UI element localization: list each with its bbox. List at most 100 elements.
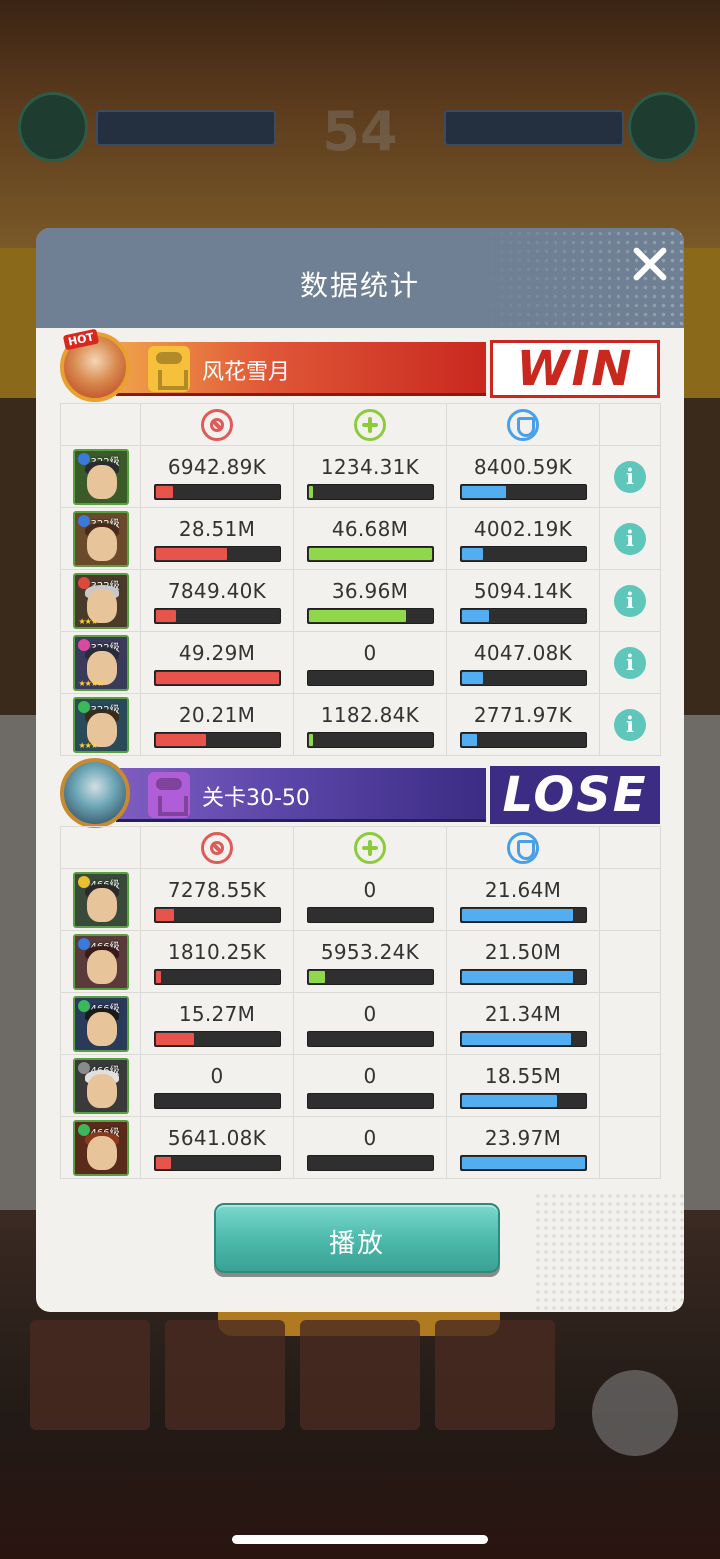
shield-value: 5094.14K xyxy=(473,579,573,603)
hero-stats-row: 466级 5641.08K 0 23.97M xyxy=(60,1116,661,1179)
damage-icon xyxy=(201,408,233,441)
damage-bar-fill xyxy=(155,1033,194,1045)
damage-cell: 1810.25K xyxy=(140,930,294,993)
header-cell-heal xyxy=(293,403,447,446)
shield-cell: 18.55M xyxy=(446,1054,600,1117)
damage-bar-fill xyxy=(155,971,161,983)
damage-cell: 5641.08K xyxy=(140,1116,294,1179)
stats-header-row xyxy=(60,403,661,446)
damage-value: 5641.08K xyxy=(167,1126,267,1150)
hero-face xyxy=(86,888,117,922)
info-icon[interactable]: i xyxy=(614,523,646,555)
heal-bar-fill xyxy=(308,486,313,498)
info-cell: i xyxy=(599,445,661,508)
hero-portrait[interactable]: 322级★★★ xyxy=(72,697,129,753)
hero-face xyxy=(86,465,117,499)
shield-value: 8400.59K xyxy=(473,455,573,479)
damage-value: 6942.89K xyxy=(167,455,267,479)
dialog-header: 数据统计 xyxy=(36,228,684,328)
heal-bar-fill xyxy=(308,548,432,560)
header-cell-shield xyxy=(446,826,600,869)
hero-face xyxy=(86,1136,117,1170)
heal-cell: 36.96M xyxy=(293,569,447,632)
hero-stats-row: 322级★★★ 20.21M 1182.84K 2771.97K i xyxy=(60,693,661,756)
damage-value: 49.29M xyxy=(178,641,256,665)
shield-bar-fill xyxy=(461,1095,557,1107)
team-emblem-icon xyxy=(148,772,190,818)
damage-bar xyxy=(153,484,281,500)
hero-portrait[interactable]: 322级 xyxy=(72,511,129,567)
damage-value: 7849.40K xyxy=(167,579,267,603)
heal-bar xyxy=(306,732,434,748)
heal-cell: 0 xyxy=(293,1054,447,1117)
background-right-bar xyxy=(444,110,624,146)
hero-portrait[interactable]: 466级 xyxy=(72,996,129,1052)
heal-value: 1234.31K xyxy=(320,455,420,479)
shield-bar xyxy=(459,907,587,923)
shield-cell: 21.50M xyxy=(446,930,600,993)
shield-value: 18.55M xyxy=(484,1064,562,1088)
play-button[interactable]: 播放 xyxy=(214,1203,500,1273)
damage-cell: 15.27M xyxy=(140,992,294,1055)
shield-bar-fill xyxy=(461,548,483,560)
damage-bar-fill xyxy=(155,672,279,684)
shield-cell: 8400.59K xyxy=(446,445,600,508)
hero-stats-row: 322级 6942.89K 1234.31K 8400.59K i xyxy=(60,445,661,508)
shield-bar xyxy=(459,608,587,624)
shield-cell: 21.34M xyxy=(446,992,600,1055)
heal-bar xyxy=(306,907,434,923)
info-icon[interactable]: i xyxy=(614,709,646,741)
result-text: LOSE xyxy=(502,767,648,823)
hero-portrait[interactable]: 466级 xyxy=(72,1058,129,1114)
team-name: 关卡30-50 xyxy=(202,786,310,811)
damage-bar-fill xyxy=(155,610,176,622)
damage-cell: 6942.89K xyxy=(140,445,294,508)
hero-stats-row: 466级 15.27M 0 21.34M xyxy=(60,992,661,1055)
shield-bar xyxy=(459,732,587,748)
hero-cell: 466级 xyxy=(60,1116,141,1179)
heal-cell: 0 xyxy=(293,1116,447,1179)
close-icon[interactable] xyxy=(630,244,670,284)
shield-bar-fill xyxy=(461,1033,571,1045)
damage-cell: 49.29M xyxy=(140,631,294,694)
damage-cell: 7849.40K xyxy=(140,569,294,632)
star-rating-icon: ★★★★ xyxy=(78,679,105,688)
hero-portrait[interactable]: 322级★★★★ xyxy=(72,635,129,691)
hero-portrait[interactable]: 466级 xyxy=(72,934,129,990)
shield-bar xyxy=(459,1031,587,1047)
shield-value: 21.64M xyxy=(484,878,562,902)
heal-cell: 0 xyxy=(293,631,447,694)
info-cell xyxy=(599,992,661,1055)
background-left-emblem xyxy=(18,92,88,162)
damage-cell: 28.51M xyxy=(140,507,294,570)
background-stats-button xyxy=(592,1370,678,1456)
info-icon[interactable]: i xyxy=(614,585,646,617)
shield-bar xyxy=(459,1155,587,1171)
info-icon[interactable]: i xyxy=(614,647,646,679)
heal-value: 36.96M xyxy=(331,579,409,603)
hero-face xyxy=(86,950,117,984)
enemy-avatar[interactable] xyxy=(60,758,130,828)
hero-portrait[interactable]: 466级 xyxy=(72,1120,129,1176)
heal-value: 5953.24K xyxy=(320,940,420,964)
hero-portrait[interactable]: 322级 xyxy=(72,449,129,505)
heal-bar-fill xyxy=(308,610,406,622)
heal-value: 0 xyxy=(363,878,377,902)
shield-value: 23.97M xyxy=(484,1126,562,1150)
team-banner-lose: 关卡30-50 LOSE xyxy=(60,758,660,828)
hero-portrait[interactable]: 466级 xyxy=(72,872,129,928)
decorative-dots xyxy=(534,1192,684,1312)
home-indicator[interactable] xyxy=(232,1535,488,1544)
hero-portrait[interactable]: 322级★★★ xyxy=(72,573,129,629)
hero-stats-row: 466级 1810.25K 5953.24K 21.50M xyxy=(60,930,661,993)
star-rating-icon: ★★★ xyxy=(78,741,98,750)
info-icon[interactable]: i xyxy=(614,461,646,493)
shield-value: 4002.19K xyxy=(473,517,573,541)
hero-cell: 322级 xyxy=(60,507,141,570)
background-left-bar xyxy=(96,110,276,146)
shield-bar-fill xyxy=(461,1157,585,1169)
team-banner-win: 风花雪月 WIN HOT xyxy=(60,328,660,402)
header-cell-empty xyxy=(60,403,141,446)
hero-face xyxy=(86,1012,117,1046)
heal-bar xyxy=(306,546,434,562)
